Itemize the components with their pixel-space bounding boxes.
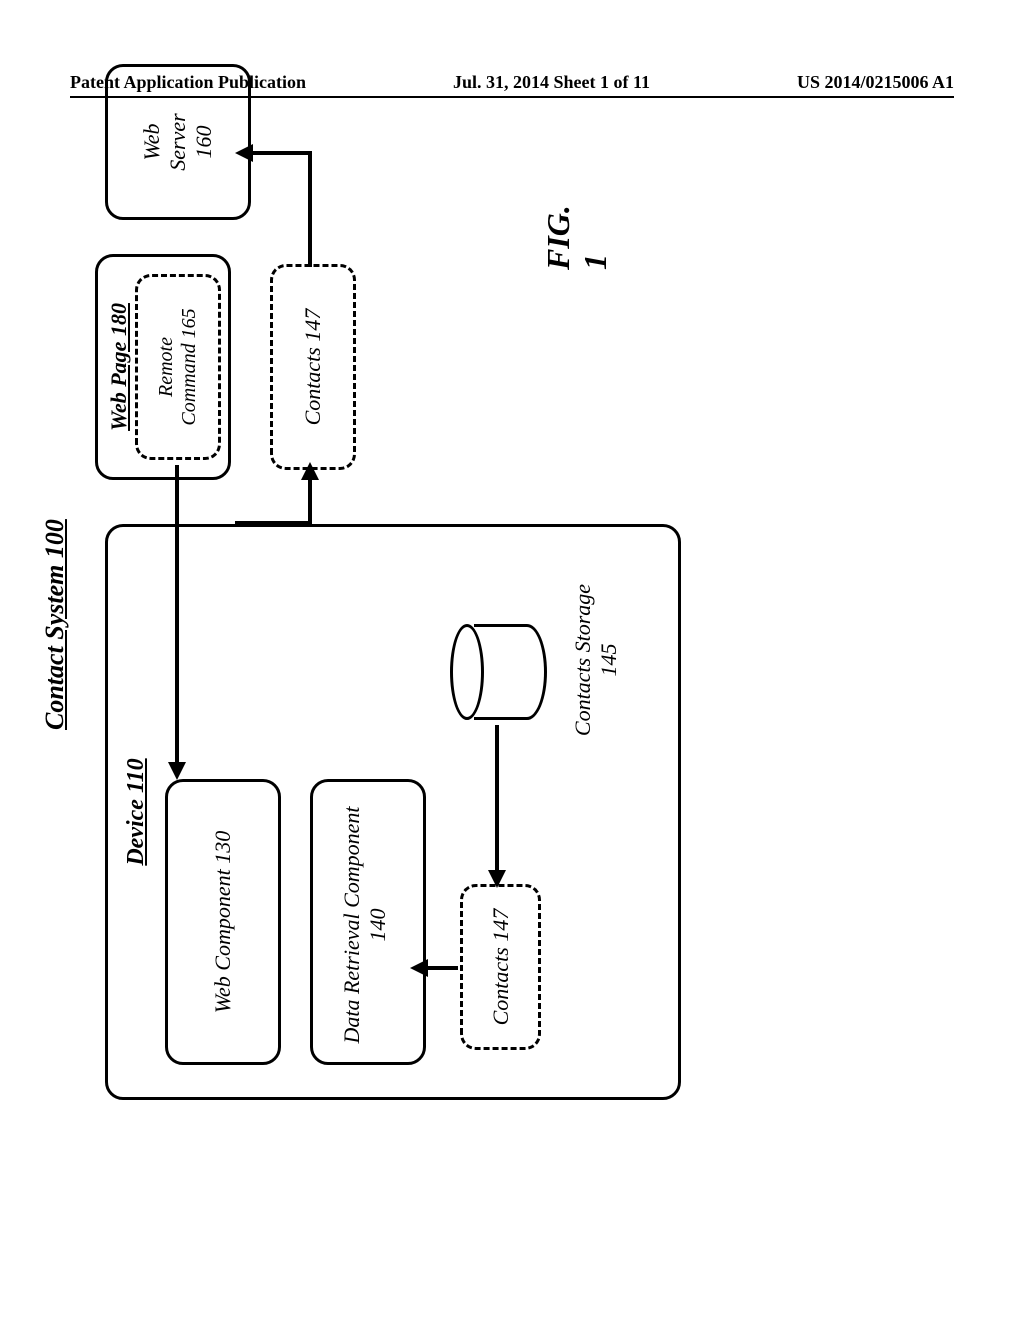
web-component-label: Web Component 130 [210,831,236,1014]
data-retrieval-label-line2: 140 [365,909,391,942]
arrow-contacts-to-server-h [308,152,312,267]
device-label: Device 110 [123,758,150,865]
arrow-remote-to-web-head [168,762,186,780]
arrow-storage-to-contacts-left [495,725,499,875]
contacts-147-right-label: Contacts 147 [300,309,326,426]
figure-label: FIG. 1 [540,205,614,270]
arrow-storage-to-contacts-head [488,870,506,888]
web-component-box: Web Component 130 [165,779,281,1065]
arrow-device-to-contacts-right-head [301,462,319,480]
header-right: US 2014/0215006 A1 [797,72,954,93]
web-server-label-1: Web [139,123,165,160]
header-center: Jul. 31, 2014 Sheet 1 of 11 [453,72,650,93]
arrow-contacts-to-retrieval-head [410,959,428,977]
remote-command-label-2: Command 165 [178,308,201,425]
contacts-147-left: Contacts 147 [460,884,541,1050]
arrow-remote-to-web [175,465,179,765]
remote-command-box: Remote Command 165 [135,274,221,460]
data-retrieval-box: Data Retrieval Component 140 [315,785,415,1065]
web-page-label: Web Page 180 [106,303,132,431]
system-title: Contact System 100 [40,519,70,730]
arrow-device-to-contacts-right [308,475,312,525]
contacts-storage-cylinder [450,624,547,720]
web-server-label-3: 160 [191,126,217,159]
arrow-contacts-to-retrieval [425,966,458,970]
data-retrieval-label-line1: Data Retrieval Component [339,806,365,1043]
contacts-storage-label: Contacts Storage 145 [570,560,622,760]
diagram-area: Contact System 100 FIG. 1 Device 110 Web… [10,270,1024,1100]
arrow-device-contacts-v [235,521,312,525]
arrow-contacts-to-server-head [235,144,253,162]
contacts-147-right: Contacts 147 [270,264,356,470]
contacts-147-left-label: Contacts 147 [488,909,514,1026]
web-server-box: Web Server 160 [105,64,251,220]
remote-command-label-1: Remote [155,337,178,397]
web-server-label-2: Server [165,113,191,170]
arrow-contacts-to-server-v [250,151,312,155]
